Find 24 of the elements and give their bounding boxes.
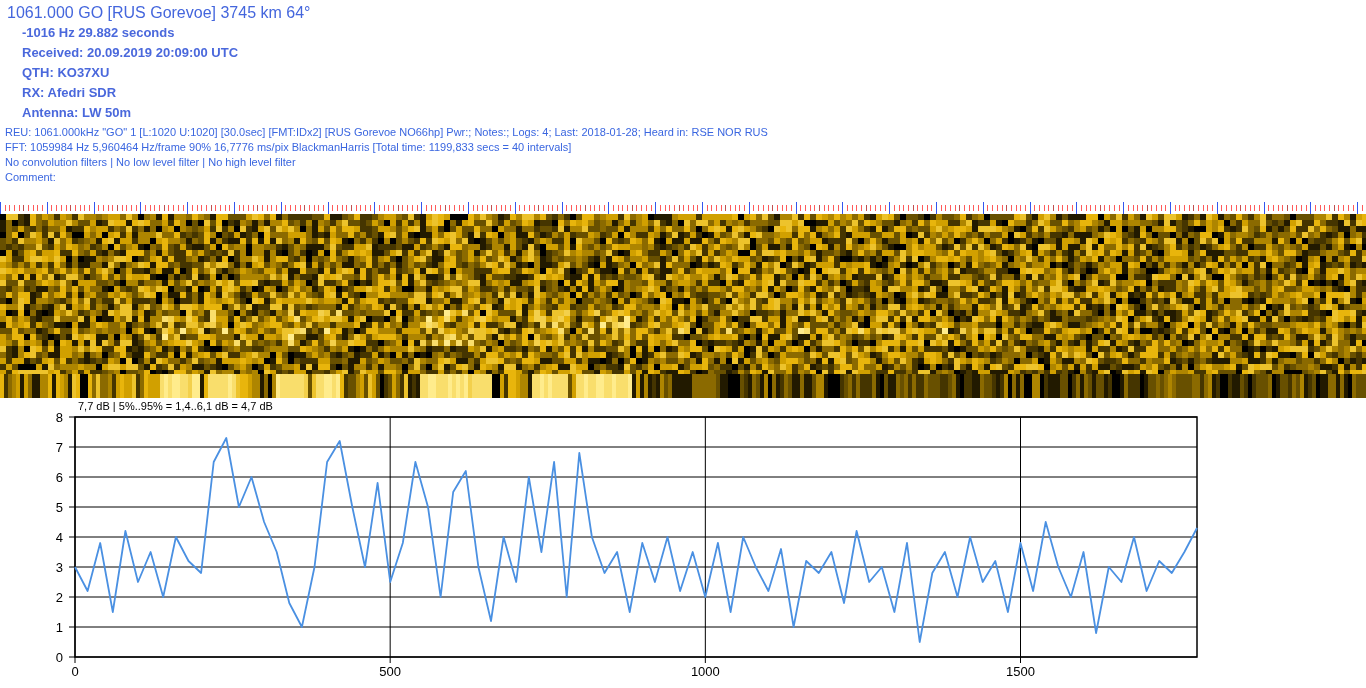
- info-line: REU: 1061.000kHz "GO" 1 [L:1020 U:1020] [30.0sec] [FMT:IDx2] [RUS Gorevoe NO66hp] Pwr:; Notes:; Logs: 4; Last: 2018-01-28; Heard in: RSE NOR RUS: [5, 125, 769, 140]
- x-axis-label: 1500: [1006, 664, 1035, 679]
- x-axis-label: 1000: [690, 664, 720, 679]
- x-axis-label: 500: [379, 664, 401, 679]
- detail-line: -1016 Hz 29.882 seconds: [21, 24, 176, 42]
- y-axis-label: 6: [55, 470, 63, 485]
- detail-line: Antenna: LW 50m: [21, 104, 133, 122]
- info-line: No convolution filters | No low level filter | No high level filter: [5, 155, 297, 170]
- y-axis-label: 8: [55, 410, 63, 425]
- y-axis-label: 4: [55, 530, 63, 545]
- detail-line: Received: 20.09.2019 20:09:00 UTC: [21, 44, 240, 62]
- station-title: 1061.000 GO [RUS Gorevoe] 3745 km 64°: [7, 3, 312, 23]
- info-line: FFT: 1059984 Hz 5,960464 Hz/frame 90% 16,7776 ms/pix BlackmanHarris [Total time: 1199,833 secs = 40 intervals]: [5, 140, 573, 155]
- chart-title: 7,7 dB | 5%..95% = 1,4..6,1 dB = 4,7 dB: [78, 400, 273, 412]
- y-axis-label: 3: [55, 560, 63, 575]
- y-axis-label: 1: [55, 620, 63, 635]
- info-line: Comment:: [5, 170, 57, 185]
- y-axis-label: 5: [55, 500, 63, 515]
- x-axis-label: 0: [71, 664, 79, 679]
- y-axis-label: 7: [55, 440, 63, 455]
- y-axis-label: 2: [55, 590, 63, 605]
- detail-line: RX: Afedri SDR: [21, 84, 118, 102]
- detail-line: QTH: KO37XU: [21, 64, 111, 82]
- y-axis-label: 0: [55, 650, 63, 665]
